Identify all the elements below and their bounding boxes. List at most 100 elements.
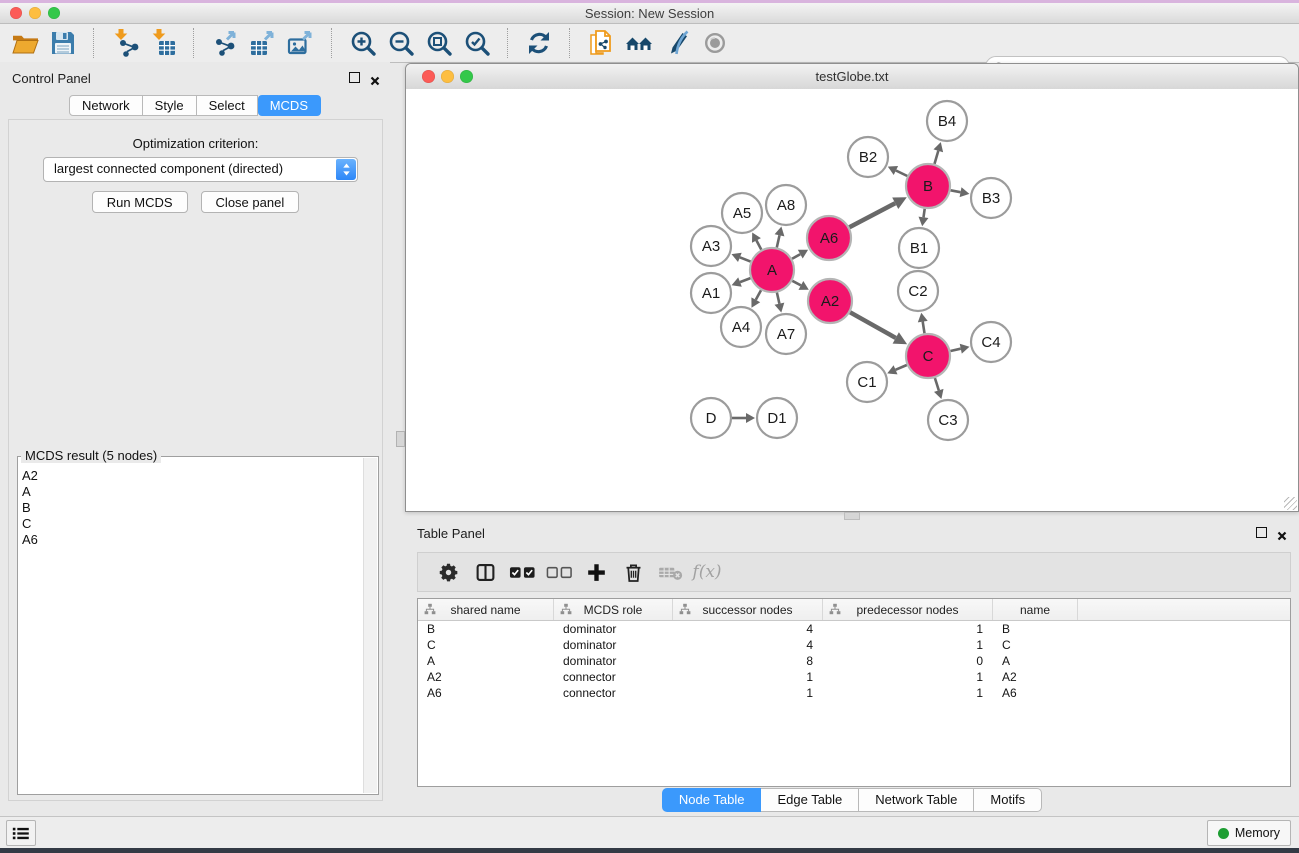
graph-node-C4[interactable]: C4 [971,322,1011,362]
zoom-in-button[interactable] [344,26,382,60]
close-panel-button[interactable]: Close panel [201,191,300,213]
result-item[interactable]: A [18,484,378,500]
tab-node-table[interactable]: Node Table [662,788,762,812]
refresh-button[interactable] [520,26,558,60]
graph-node-B[interactable]: B [906,164,950,208]
table-cell[interactable]: C [418,638,554,652]
graph-edge-A-A3[interactable] [732,253,751,262]
graph-node-C1[interactable]: C1 [847,362,887,402]
table-cell[interactable]: 0 [823,654,993,668]
deselect-all-checkboxes-button[interactable] [543,557,575,587]
column-header-name[interactable]: name [993,599,1078,620]
open-folder-button[interactable] [6,26,44,60]
tab-motifs[interactable]: Motifs [974,788,1042,812]
graph-node-B4[interactable]: B4 [927,101,967,141]
gear-button[interactable] [432,557,464,587]
splitter-handle-horizontal[interactable] [844,512,860,520]
graph-edge-B-B2[interactable] [888,166,908,176]
show-hide-details-button[interactable] [696,26,734,60]
toggle-graphics-details-button[interactable] [658,26,696,60]
tab-edge-table[interactable]: Edge Table [761,788,859,812]
graph-node-A2[interactable]: A2 [808,279,852,323]
graph-node-C2[interactable]: C2 [898,271,938,311]
tab-select[interactable]: Select [197,95,258,116]
tab-network[interactable]: Network [69,95,143,116]
result-item[interactable]: A2 [18,468,378,484]
table-cell[interactable]: C [993,638,1078,652]
graph-edge-A-A2[interactable] [792,281,809,290]
import-table-button[interactable] [144,26,182,60]
table-cell[interactable]: 1 [823,670,993,684]
import-network-button[interactable] [106,26,144,60]
graph-edge-A-A4[interactable] [751,290,761,308]
table-cell[interactable]: dominator [554,638,673,652]
table-cell[interactable]: B [993,622,1078,636]
graph-edge-C-C1[interactable] [887,365,907,374]
table-cell[interactable]: A2 [993,670,1078,684]
table-cell[interactable]: 8 [673,654,823,668]
table-cell[interactable]: A6 [418,686,554,700]
graph-node-B2[interactable]: B2 [848,137,888,177]
table-row[interactable]: A2connector11A2 [418,669,1290,685]
graph-edge-A6-B[interactable] [849,197,906,227]
export-table-button[interactable] [244,26,282,60]
column-header-predecessor-nodes[interactable]: predecessor nodes [823,599,993,620]
delete-button[interactable] [617,557,649,587]
run-mcds-button[interactable]: Run MCDS [92,191,188,213]
graph-node-D1[interactable]: D1 [757,398,797,438]
network-canvas[interactable]: B4B2BB3B1A5A8A6A3AA1C2A2A4A7C4CC1C3DD1 [406,89,1298,511]
graph-edge-B-B4[interactable] [934,142,944,164]
result-item[interactable]: C [18,516,378,532]
graph-edge-A2-C[interactable] [850,312,907,344]
graph-node-A1[interactable]: A1 [691,273,731,313]
graph-node-C3[interactable]: C3 [928,400,968,440]
tab-network-table[interactable]: Network Table [859,788,974,812]
graph-edge-C-C3[interactable] [934,378,944,399]
graph-node-B1[interactable]: B1 [899,228,939,268]
table-cell[interactable]: 4 [673,622,823,636]
table-row[interactable]: Cdominator41C [418,637,1290,653]
select-all-checkboxes-button[interactable] [506,557,538,587]
home-button[interactable] [620,26,658,60]
graph-node-B3[interactable]: B3 [971,178,1011,218]
table-cell[interactable]: A2 [418,670,554,684]
graph-edge-B-B1[interactable] [919,209,929,226]
table-cell[interactable]: 1 [823,686,993,700]
table-cell[interactable]: connector [554,686,673,700]
resize-grip-icon[interactable] [1284,497,1297,510]
table-cell[interactable]: 1 [823,622,993,636]
network-window-titlebar[interactable]: testGlobe.txt [406,64,1298,90]
graph-edge-A-A6[interactable] [792,250,808,259]
tab-mcds[interactable]: MCDS [258,95,321,116]
save-button[interactable] [44,26,82,60]
zoom-fit-button[interactable] [420,26,458,60]
task-history-button[interactable] [6,820,36,846]
graph-edge-A-A1[interactable] [732,277,751,286]
table-cell[interactable]: A [993,654,1078,668]
graph-edge-C-C2[interactable] [918,313,928,334]
table-cell[interactable]: 4 [673,638,823,652]
result-item[interactable]: B [18,500,378,516]
criterion-dropdown[interactable]: largest connected component (directed) [43,157,358,182]
column-header-successor-nodes[interactable]: successor nodes [673,599,823,620]
zoom-selected-button[interactable] [458,26,496,60]
result-scrollbar-track[interactable] [363,458,377,793]
graph-node-A[interactable]: A [750,248,794,292]
table-cell[interactable]: 1 [823,638,993,652]
close-panel-icon[interactable] [370,73,380,83]
tab-style[interactable]: Style [143,95,197,116]
column-header-MCDS-role[interactable]: MCDS role [554,599,673,620]
table-row[interactable]: A6connector11A6 [418,685,1290,701]
graph-edge-C-C4[interactable] [951,344,970,354]
graph-node-D[interactable]: D [691,398,731,438]
table-cell[interactable]: 1 [673,686,823,700]
result-item[interactable]: A6 [18,532,378,548]
graph-edge-D-D1[interactable] [732,413,755,423]
new-network-from-file-button[interactable] [582,26,620,60]
graph-edge-A-A8[interactable] [775,227,785,248]
table-cell[interactable]: dominator [554,622,673,636]
graph-edge-A-A5[interactable] [752,233,761,250]
float-panel-icon[interactable] [349,72,360,83]
splitter-handle-vertical[interactable] [396,431,405,447]
graph-node-A8[interactable]: A8 [766,185,806,225]
